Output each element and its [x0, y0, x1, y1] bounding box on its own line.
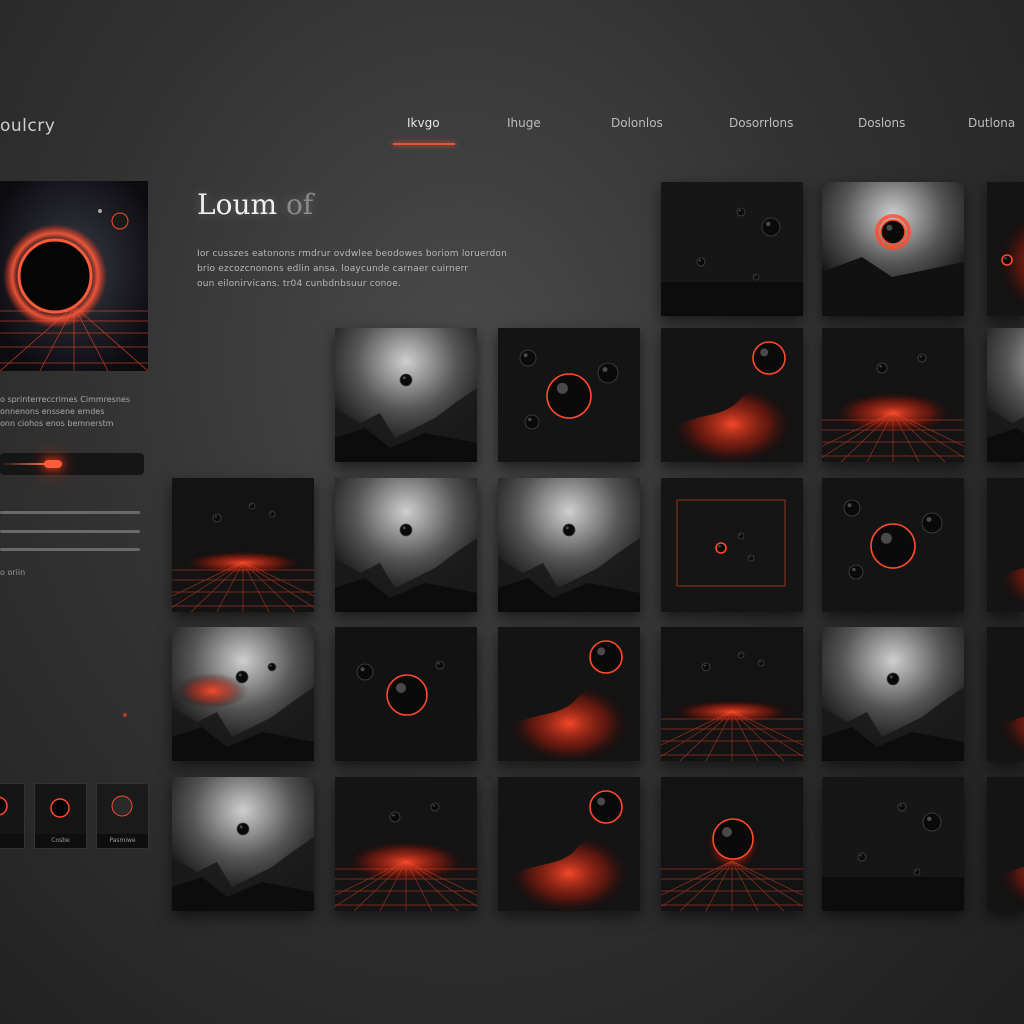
description-line: Ior cusszes eatonons rmdrur ovdwlee beod… — [197, 249, 508, 259]
top-nav: Ikvgo Ihuge Dolonlos Dosorrlons Doslons … — [380, 116, 1024, 150]
sidebar-line: onnenons enssene emdes — [0, 407, 105, 416]
gallery-tile[interactable] — [335, 478, 477, 612]
gallery-tile[interactable] — [987, 478, 1024, 612]
page-title-main: Loum — [197, 188, 278, 221]
tile-artwork — [661, 627, 803, 761]
tile-artwork — [172, 478, 314, 612]
thumb-image — [0, 784, 24, 834]
gallery-tile[interactable] — [822, 182, 964, 316]
tile-artwork — [172, 627, 314, 761]
tile-artwork — [987, 627, 1024, 761]
tab-1[interactable]: Ikvgo — [407, 116, 440, 130]
tile-artwork — [335, 478, 477, 612]
gallery-tile[interactable] — [335, 627, 477, 761]
tile-artwork — [498, 627, 640, 761]
tile-artwork — [987, 182, 1024, 316]
gallery-tile[interactable] — [987, 182, 1024, 316]
gallery-tile[interactable] — [987, 328, 1024, 462]
tile-artwork — [822, 777, 964, 911]
slider-trail — [0, 463, 48, 465]
tab-6[interactable]: Dutlona — [968, 116, 1015, 130]
tile-artwork — [987, 777, 1024, 911]
gallery-tile[interactable] — [987, 777, 1024, 911]
thumb-caption: Pasmiwe — [109, 837, 136, 844]
gallery-tile[interactable] — [661, 777, 803, 911]
tile-artwork — [661, 777, 803, 911]
tile-artwork — [498, 777, 640, 911]
tab-3[interactable]: Dolonlos — [611, 116, 663, 130]
page-description: Ior cusszes eatonons rmdrur ovdwlee beod… — [197, 247, 597, 292]
tile-artwork — [822, 182, 964, 316]
gallery-tile[interactable] — [822, 328, 964, 462]
tile-artwork — [661, 478, 803, 612]
tile-artwork — [822, 627, 964, 761]
gallery-tile[interactable] — [987, 627, 1024, 761]
tile-artwork — [987, 328, 1024, 462]
gallery-tile[interactable] — [498, 627, 640, 761]
sidebar-description: o sprinterreccrimes Cimmresnes onnenons … — [0, 394, 145, 430]
tile-artwork — [335, 777, 477, 911]
sidebar-slider[interactable] — [0, 453, 144, 475]
tab-5[interactable]: Doslons — [858, 116, 905, 130]
eclipse-artwork — [0, 181, 149, 372]
gallery-tile[interactable] — [822, 777, 964, 911]
tile-artwork — [661, 328, 803, 462]
thumb-image — [97, 784, 148, 834]
gallery-tile[interactable] — [172, 478, 314, 612]
divider — [0, 530, 140, 533]
gallery-tile[interactable] — [661, 328, 803, 462]
slider-knob[interactable] — [44, 460, 62, 468]
indicator-dot — [123, 713, 127, 717]
gallery-tile[interactable] — [498, 328, 640, 462]
divider — [0, 548, 140, 551]
gallery-tile[interactable] — [661, 478, 803, 612]
tile-artwork — [172, 777, 314, 911]
gallery-tile[interactable] — [335, 777, 477, 911]
sidebar-thumb[interactable]: Pasmiwe — [96, 783, 149, 849]
sidebar-label: o oriin — [0, 568, 26, 577]
gallery-tile[interactable] — [661, 627, 803, 761]
gallery-tile[interactable] — [822, 627, 964, 761]
featured-image[interactable] — [0, 181, 149, 372]
tab-2[interactable]: Ihuge — [507, 116, 541, 130]
gallery-tile[interactable] — [498, 777, 640, 911]
tile-artwork — [498, 478, 640, 612]
thumb-image — [35, 784, 86, 834]
sidebar-line: onn ciohos enos bemnerstm — [0, 419, 114, 428]
gallery-tile[interactable] — [661, 182, 803, 316]
sidebar-thumb[interactable] — [0, 783, 25, 849]
tile-artwork — [335, 627, 477, 761]
tile-artwork — [498, 328, 640, 462]
tab-4[interactable]: Dosorrlons — [729, 116, 793, 130]
gallery-tile[interactable] — [822, 478, 964, 612]
tile-artwork — [335, 328, 477, 462]
gallery-tile[interactable] — [335, 328, 477, 462]
sidebar-thumb[interactable]: Cosbe — [34, 783, 87, 849]
description-line: brio ezcozcnonons edlin ansa. loaycunde … — [197, 264, 469, 274]
tile-artwork — [822, 478, 964, 612]
page-title-suffix: of — [285, 188, 314, 221]
divider — [0, 511, 140, 514]
tile-artwork — [822, 328, 964, 462]
sidebar-line: o sprinterreccrimes Cimmresnes — [0, 395, 130, 404]
description-line: oun eilonirvicans. tr04 cunbdnbsuur cono… — [197, 279, 401, 289]
tile-artwork — [661, 182, 803, 316]
gallery-tile[interactable] — [172, 627, 314, 761]
app-brand[interactable]: oulcry — [0, 116, 55, 136]
gallery-tile[interactable] — [172, 777, 314, 911]
page-title: Loum of — [197, 188, 313, 221]
gallery-tile[interactable] — [498, 478, 640, 612]
thumb-caption: Cosbe — [51, 837, 70, 844]
active-tab-indicator — [393, 143, 455, 145]
tile-artwork — [987, 478, 1024, 612]
